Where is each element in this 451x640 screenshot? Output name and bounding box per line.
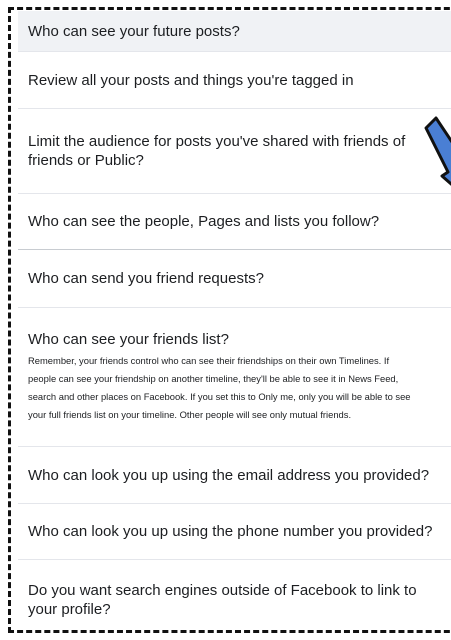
setting-who-can-see-follows[interactable]: Who can see the people, Pages and lists … <box>18 194 451 250</box>
description-line: Remember, your friends control who can s… <box>28 355 390 366</box>
privacy-settings-list: Who can see your future posts? Review al… <box>18 11 451 640</box>
setting-question: Review all your posts and things you're … <box>28 71 354 89</box>
setting-question: Who can look you up using the email addr… <box>28 466 430 484</box>
setting-limit-past-posts[interactable]: Limit the audience for posts you've shar… <box>18 109 451 194</box>
setting-description: Remember, your friends control who can s… <box>28 352 411 424</box>
setting-search-engines[interactable]: Do you want search engines outside of Fa… <box>18 560 451 640</box>
setting-question: Who can see your friends list? <box>28 331 229 348</box>
setting-future-posts[interactable]: Who can see your future posts? <box>18 11 451 52</box>
setting-friends-list[interactable]: Who can see your friends list? Remember,… <box>18 308 451 447</box>
description-line: your full friends list on your timeline.… <box>28 409 352 420</box>
description-line: people can see your friendship on anothe… <box>28 373 399 384</box>
setting-lookup-phone[interactable]: Who can look you up using the phone numb… <box>18 504 451 560</box>
setting-question: Who can look you up using the phone numb… <box>28 523 433 540</box>
setting-review-posts[interactable]: Review all your posts and things you're … <box>18 52 451 109</box>
setting-question: Limit the audience for posts you've shar… <box>28 133 406 169</box>
setting-lookup-email[interactable]: Who can look you up using the email addr… <box>18 447 451 504</box>
setting-friend-requests[interactable]: Who can send you friend requests? <box>18 250 451 308</box>
setting-question: Who can send you friend requests? <box>28 270 264 287</box>
arrow-pointer-icon <box>424 116 451 186</box>
setting-question: Do you want search engines outside of Fa… <box>28 582 417 618</box>
setting-question: Who can see your future posts? <box>28 22 240 40</box>
description-line: search and other places on Facebook. If … <box>28 391 411 402</box>
setting-question: Who can see the people, Pages and lists … <box>28 213 380 230</box>
